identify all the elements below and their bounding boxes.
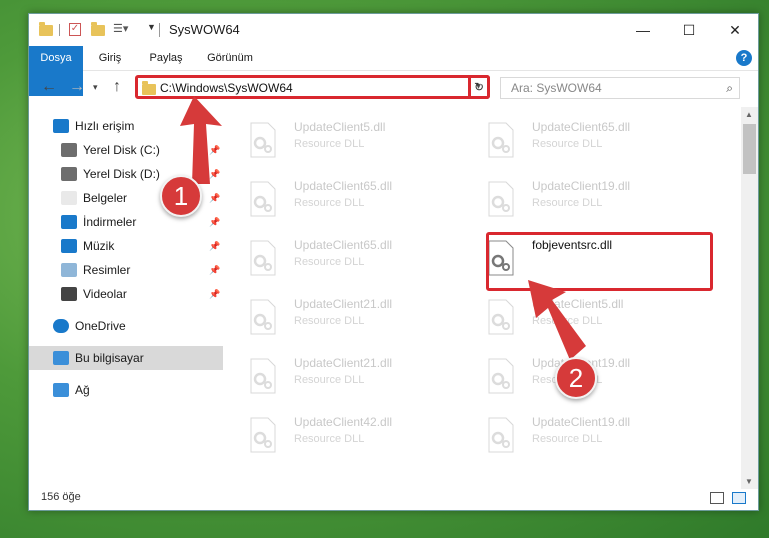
step-1-badge: 1 (160, 175, 202, 217)
arrow-2 (528, 280, 586, 360)
step-2-badge: 2 (555, 357, 597, 399)
arrow-1 (180, 96, 222, 184)
annotation-arrows (180, 96, 586, 360)
